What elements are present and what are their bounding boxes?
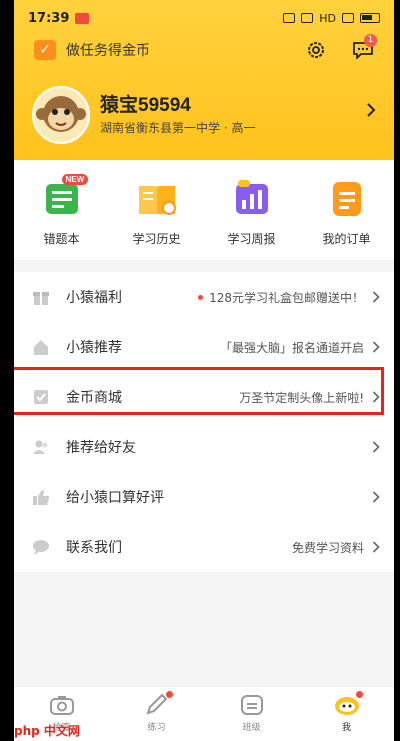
menu-label: 金币商城	[66, 390, 122, 406]
tab-red-dot	[165, 691, 173, 698]
status-time: 17:39	[28, 10, 70, 26]
chevron-right-icon	[372, 291, 380, 303]
shortcut-study-history[interactable]: 学习历史	[112, 178, 202, 260]
menu-item-coin-mall[interactable]: 金币商城 万圣节定制头像上新啦!	[14, 372, 394, 422]
tab-me[interactable]: 我	[302, 687, 392, 741]
tab-label: 练习	[147, 723, 166, 733]
menu-item-rate[interactable]: 给小猿口算好评	[14, 472, 394, 522]
menu-detail: 「最强大脑」报名通道开启	[219, 340, 364, 355]
alarm-icon	[283, 13, 296, 23]
menu-item-recommend[interactable]: 小猿推荐 「最强大脑」报名通道开启	[14, 322, 394, 372]
shortcut-label: 我的订单	[322, 232, 371, 246]
home-icon	[34, 340, 48, 355]
shop-icon	[34, 390, 48, 404]
battery-icon	[360, 13, 380, 23]
chevron-right-icon	[372, 391, 380, 403]
menu-detail: 免费学习资料	[291, 540, 364, 555]
menu-detail: 128元学习礼盒包邮赠送中！	[209, 290, 364, 305]
phone-screen: 17:39 HD ✓ 做任务得金币 1 猿宝59594 湖南省衡东县第一中学 ·…	[14, 0, 394, 741]
menu-item-welfare[interactable]: 小猿福利 128元学习礼盒包邮赠送中！	[14, 272, 394, 322]
task-label: 做任务得金币	[66, 43, 150, 59]
tab-practice[interactable]: 练习	[112, 687, 202, 741]
shortcut-wrong-notebook[interactable]: NEW 错题本	[17, 174, 107, 260]
gift-icon	[33, 292, 49, 305]
task-entry[interactable]: ✓ 做任务得金币	[34, 38, 150, 62]
weekly-report-icon	[235, 180, 268, 214]
chat-icon	[33, 540, 49, 555]
shortcut-label: 学习周报	[227, 232, 276, 246]
users-icon	[33, 440, 48, 454]
tab-label: 班级	[242, 723, 261, 733]
settings-icon[interactable]	[306, 40, 326, 60]
task-check-icon: ✓	[34, 40, 56, 60]
camera-icon	[49, 696, 74, 715]
chevron-right-icon	[372, 491, 380, 503]
orders-icon	[332, 182, 361, 216]
thumbs-up-icon	[33, 490, 49, 505]
shortcut-weekly-report[interactable]: 学习周报	[207, 178, 297, 260]
tab-red-dot	[355, 691, 363, 698]
menu-label: 小猿推荐	[66, 340, 122, 356]
red-dot	[198, 294, 204, 300]
menu-label: 给小猿口算好评	[66, 490, 164, 506]
shortcut-label: 错题本	[43, 232, 80, 246]
pencil-icon	[145, 693, 167, 715]
profile-icon	[334, 697, 359, 715]
school-info: 湖南省衡东县第一中学 · 高一	[100, 121, 256, 135]
profile-header: 17:39 HD ✓ 做任务得金币 1 猿宝59594 湖南省衡东县第一中学 ·…	[14, 0, 394, 160]
shortcut-grid: NEW 错题本 学习历史 学习周报 我的订单	[14, 160, 394, 260]
network-label: HD	[319, 11, 336, 25]
chevron-right-icon[interactable]	[366, 102, 376, 118]
menu-label: 小猿福利	[66, 290, 122, 306]
menu-list: 小猿福利 128元学习礼盒包邮赠送中！ 小猿推荐 「最强大脑」报名通道开启 金币…	[14, 272, 394, 572]
chevron-right-icon	[372, 341, 380, 353]
status-bar: 17:39 HD	[14, 0, 394, 36]
status-icons: HD	[283, 12, 380, 25]
chevron-right-icon	[372, 541, 380, 553]
wifi-icon	[301, 13, 314, 23]
shortcut-label: 学习历史	[132, 232, 181, 246]
watermark: php 中文网	[14, 724, 80, 738]
tab-class[interactable]: 班级	[207, 687, 297, 741]
avatar[interactable]	[32, 86, 90, 144]
monkey-avatar-icon	[34, 88, 88, 142]
class-icon	[240, 695, 263, 715]
shortcut-orders[interactable]: 我的订单	[302, 178, 392, 260]
signal-icon	[342, 13, 354, 23]
new-badge: NEW	[61, 174, 89, 185]
menu-detail: 万圣节定制头像上新啦!	[239, 390, 364, 405]
message-badge: 1	[364, 34, 377, 47]
menu-item-share[interactable]: 推荐给好友	[14, 422, 394, 472]
menu-label: 联系我们	[66, 540, 122, 556]
menu-item-contact[interactable]: 联系我们 免费学习资料	[14, 522, 394, 572]
tab-label: 我	[341, 723, 351, 733]
notification-icon	[75, 12, 90, 24]
menu-label: 推荐给好友	[66, 440, 136, 456]
username: 猿宝59594	[100, 95, 191, 116]
study-history-icon	[138, 186, 176, 215]
chevron-right-icon	[372, 441, 380, 453]
